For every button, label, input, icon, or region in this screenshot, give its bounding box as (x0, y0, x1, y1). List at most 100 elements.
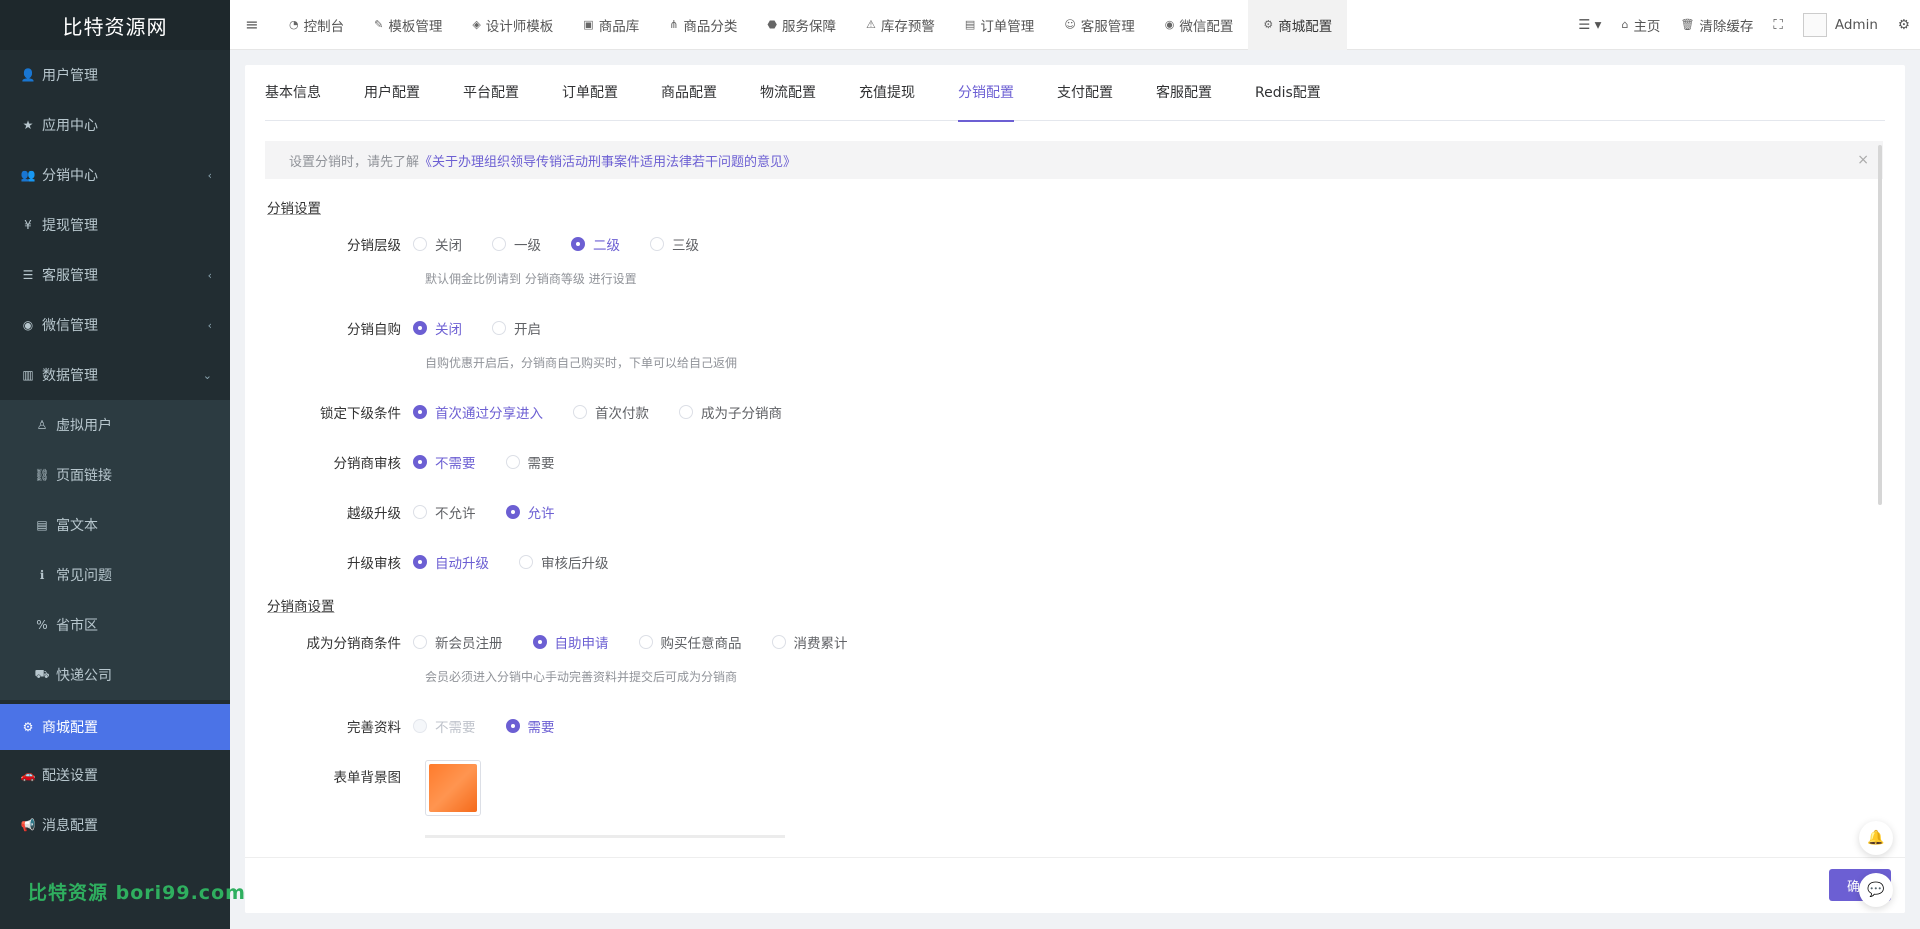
sidebar-item-withdraw[interactable]: ¥ 提现管理 (0, 200, 230, 250)
sidebar-subitem-page-links[interactable]: ⛓ 页面链接 (0, 450, 230, 500)
sidebar-item-users[interactable]: 👤 用户管理 (0, 50, 230, 100)
radio-level-1[interactable]: 一级 (492, 234, 541, 254)
tab-user[interactable]: 用户配置 (364, 65, 420, 121)
home-link[interactable]: ⌂ 主页 (1611, 0, 1670, 50)
radio-upgrade-auto[interactable]: 自动升级 (413, 552, 489, 572)
radio-circle (505, 719, 520, 733)
sidebar-subitem-express[interactable]: ⛟ 快递公司 (0, 650, 230, 700)
tab-distribution[interactable]: 分销配置 (958, 65, 1014, 122)
sidebar-subitem-rich-text[interactable]: ▤ 富文本 (0, 500, 230, 550)
field-label: 成为分销商条件 (306, 636, 402, 652)
radio-self-buy-on[interactable]: 开启 (492, 318, 541, 338)
radio-skip-yes[interactable]: 允许 (505, 502, 555, 522)
sidebar-item-messages[interactable]: 📢 消息配置 (0, 800, 230, 850)
user-outline-icon: ♙ (36, 418, 48, 432)
tab-service[interactable]: 客服配置 (1156, 65, 1212, 121)
tab-basic[interactable]: 基本信息 (265, 65, 321, 121)
sidebar-item-distribution[interactable]: 👥 分销中心 ‹ (0, 150, 230, 200)
radio-lock-pay[interactable]: 首次付款 (573, 402, 649, 422)
radio-label: 审核后升级 (541, 556, 609, 572)
nav-label: 控制台 (303, 18, 345, 35)
legal-link[interactable]: 《关于办理组织领导传销活动刑事案件适用法律若干问题的意见》 (419, 151, 796, 170)
dashboard-icon: ◔ (289, 18, 299, 31)
radio-become-apply[interactable]: 自助申请 (532, 632, 609, 652)
list-dropdown-icon[interactable]: ☰ ▾ (1568, 0, 1611, 50)
radio-label: 购买任意商品 (660, 636, 742, 652)
nav-products[interactable]: ▣ 商品库 (568, 0, 654, 50)
radio-audit-no[interactable]: 不需要 (413, 452, 476, 472)
radio-level-3[interactable]: 三级 (650, 234, 699, 254)
clear-cache-button[interactable]: 🗑 清除缓存 (1670, 0, 1763, 50)
fullscreen-icon[interactable]: ⛶ (1763, 0, 1792, 50)
radio-lock-share[interactable]: 首次通过分享进入 (413, 402, 543, 422)
sidebar-subitem-faq[interactable]: ℹ 常见问题 (0, 550, 230, 600)
topbar-right: ☰ ▾ ⌂ 主页 🗑 清除缓存 ⛶ Admin ⚙ (1568, 0, 1920, 50)
radio-skip-no[interactable]: 不允许 (413, 502, 476, 522)
radio-audit-yes[interactable]: 需要 (505, 452, 555, 472)
info-icon: ℹ (39, 568, 45, 582)
user-menu[interactable]: Admin (1793, 0, 1888, 50)
field-label: 分销层级 (347, 238, 401, 254)
radio-level-off[interactable]: 关闭 (413, 234, 462, 254)
nav-customer-service[interactable]: ☺ 客服管理 (1049, 0, 1149, 50)
radio-complete-no[interactable]: 不需要 (413, 716, 476, 736)
radio-become-spend[interactable]: 消费累计 (771, 632, 848, 652)
nav-orders[interactable]: ▤ 订单管理 (950, 0, 1049, 50)
radio-circle (638, 635, 653, 649)
nav-designer-templates[interactable]: ◈ 设计师模板 (457, 0, 568, 50)
radio-upgrade-review[interactable]: 审核后升级 (519, 552, 609, 572)
radio-complete-yes[interactable]: 需要 (505, 716, 555, 736)
nav-service-guarantee[interactable]: ⬣ 服务保障 (752, 0, 851, 50)
nav-stock-warning[interactable]: ⚠ 库存预警 (851, 0, 950, 50)
tab-logistics[interactable]: 物流配置 (760, 65, 816, 121)
radio-label: 不允许 (435, 506, 476, 522)
sidebar-item-delivery[interactable]: 🚗 配送设置 (0, 750, 230, 800)
radio-circle (573, 405, 587, 419)
sidebar-item-label: 省市区 (56, 618, 98, 634)
form-bg-image (429, 764, 477, 812)
sidebar-item-mall-config[interactable]: ⚙ 商城配置 (0, 704, 230, 750)
sidebar-item-wechat[interactable]: ◉ 微信管理 ‹ (0, 300, 230, 350)
nav-mall-config[interactable]: ⚙ 商城配置 (1248, 0, 1348, 50)
radio-label: 自助申请 (554, 636, 609, 652)
nav-templates[interactable]: ✎ 模板管理 (359, 0, 457, 50)
scrollbar[interactable] (1878, 145, 1882, 505)
nav-label: 商城配置 (1278, 18, 1333, 35)
hamburger-icon[interactable]: ≡ (230, 15, 274, 34)
sidebar-item-label: 客服管理 (42, 268, 98, 284)
sidebar-item-apps[interactable]: ★ 应用中心 (0, 100, 230, 150)
tab-product[interactable]: 商品配置 (661, 65, 717, 121)
tab-payment[interactable]: 支付配置 (1057, 65, 1113, 121)
sidebar-subitem-regions[interactable]: % 省市区 (0, 600, 230, 650)
radio-circle (413, 719, 427, 733)
sidebar-item-label: 应用中心 (42, 118, 98, 134)
radio-become-purchase[interactable]: 购买任意商品 (638, 632, 742, 652)
radio-become-register[interactable]: 新会员注册 (413, 632, 503, 652)
radio-circle (492, 237, 506, 251)
form-bg-thumbnail[interactable] (425, 760, 481, 816)
tab-order[interactable]: 订单配置 (562, 65, 618, 121)
tab-recharge[interactable]: 充值提现 (859, 65, 915, 121)
nav-categories[interactable]: ⋔ 商品分类 (654, 0, 752, 50)
sidebar-subitem-virtual-users[interactable]: ♙ 虚拟用户 (0, 400, 230, 450)
section-title-distributor: 分销商设置 (267, 599, 335, 615)
chat-bubble-icon[interactable]: 💬 (1859, 873, 1893, 907)
field-lock-condition: 锁定下级条件 首次通过分享进入 首次付款 成为子分销商 (245, 402, 812, 422)
settings-icon[interactable]: ⚙ (1888, 0, 1920, 50)
radio-label: 三级 (672, 238, 699, 254)
nav-dashboard[interactable]: ◔ 控制台 (274, 0, 359, 50)
field-complete-info: 完善资料 不需要 需要 (245, 716, 585, 736)
radio-level-2[interactable]: 二级 (571, 234, 620, 254)
yen-icon: ¥ (24, 218, 32, 232)
tab-platform[interactable]: 平台配置 (463, 65, 519, 121)
radio-self-buy-off[interactable]: 关闭 (413, 318, 462, 338)
home-icon: ⌂ (1621, 18, 1629, 31)
shopping-bag-icon: ▣ (583, 18, 594, 31)
sidebar-item-data[interactable]: ▥ 数据管理 ⌄ (0, 350, 230, 400)
tab-redis[interactable]: Redis配置 (1255, 65, 1321, 121)
radio-lock-sub[interactable]: 成为子分销商 (679, 402, 782, 422)
sidebar-item-service[interactable]: ☰ 客服管理 ‹ (0, 250, 230, 300)
bell-icon[interactable]: 🔔 (1859, 821, 1893, 855)
close-icon[interactable]: × (1857, 152, 1869, 168)
nav-wechat-config[interactable]: ◉ 微信配置 (1150, 0, 1249, 50)
